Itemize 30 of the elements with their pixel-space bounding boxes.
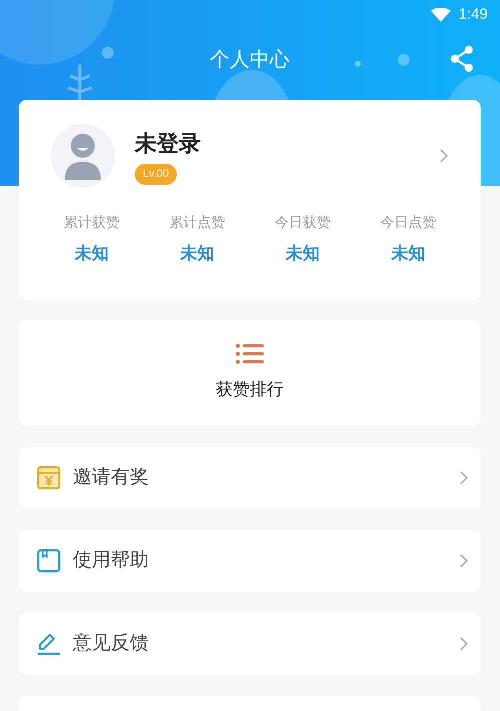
stat-label: 累计获赞 — [64, 213, 120, 232]
wifi-icon — [430, 8, 451, 22]
stat-label: 今日点赞 — [380, 213, 436, 232]
stat-label: 今日获赞 — [274, 213, 331, 232]
chevron-icon[interactable] — [439, 148, 449, 164]
pencil-icon — [37, 632, 61, 656]
menu-label: 使用帮助 — [73, 548, 150, 573]
gift-card-icon — [37, 466, 61, 490]
menu-item[interactable]: 邀请有奖 — [19, 447, 481, 509]
menu-item[interactable]: 意见反馈 — [19, 613, 481, 675]
menu-label: 意见反馈 — [73, 632, 150, 656]
stat-value: 未知 — [180, 243, 214, 265]
menu-label: 邀请有奖 — [73, 466, 150, 490]
ranking-label: 获赞排行 — [216, 379, 284, 402]
stat-value: 未知 — [286, 243, 320, 265]
chevron-icon — [459, 553, 469, 569]
chevron-icon — [459, 636, 469, 652]
chevron-icon — [459, 470, 469, 486]
list-icon — [235, 343, 265, 366]
page-title: 个人中心 — [210, 48, 290, 73]
stat-value: 未知 — [391, 243, 426, 265]
share-icon[interactable] — [450, 46, 474, 72]
user-name[interactable]: 未登录 — [135, 127, 201, 160]
book-icon — [37, 549, 61, 573]
ranking-card[interactable]: 获赞排行 — [19, 320, 481, 426]
menu-item[interactable]: 使用帮助 — [19, 530, 481, 592]
stat-label: 累计点赞 — [169, 213, 226, 232]
status-time: 1:49 — [458, 4, 488, 25]
stat-value: 未知 — [74, 243, 109, 265]
level-badge: Lv.00 — [135, 164, 178, 185]
